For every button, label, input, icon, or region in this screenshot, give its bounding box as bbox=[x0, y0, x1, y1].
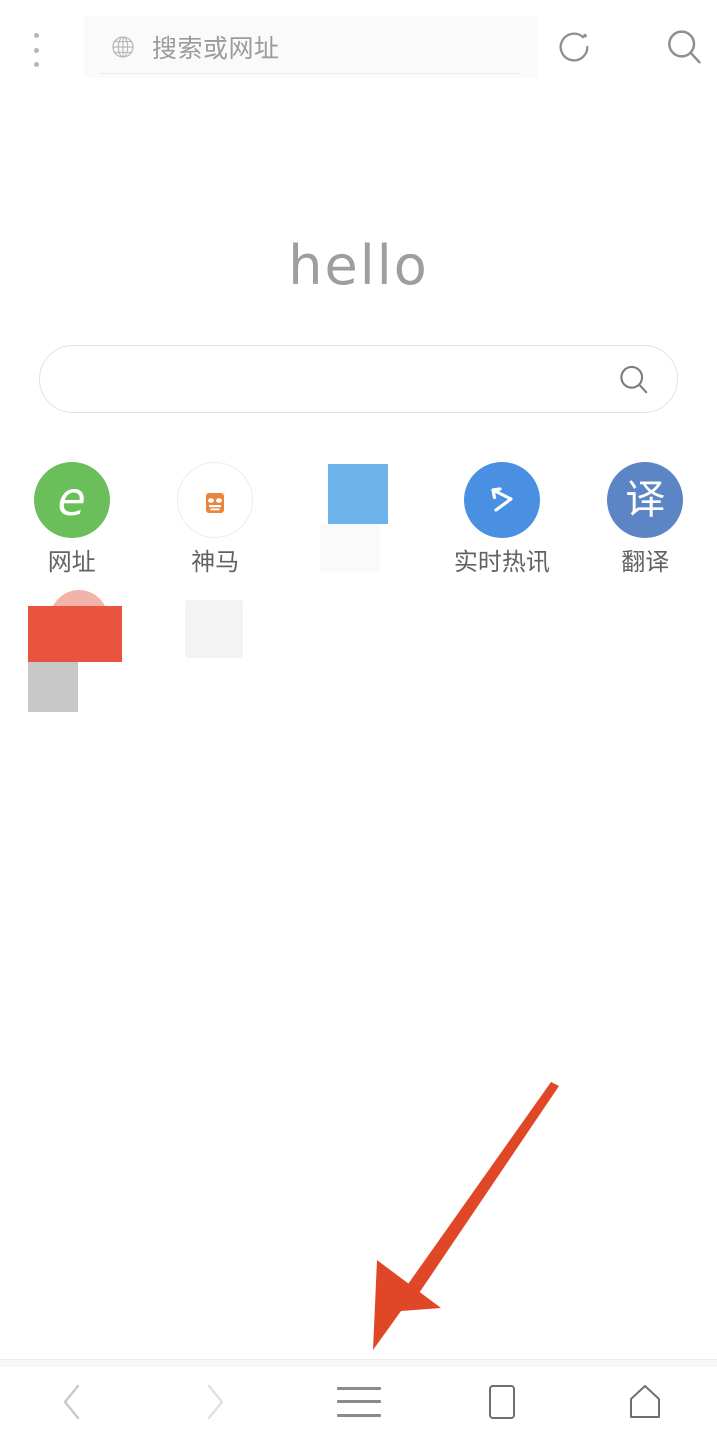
refresh-icon[interactable] bbox=[554, 27, 594, 67]
shortcut-label: 网址 bbox=[47, 549, 96, 576]
kebab-dot bbox=[33, 62, 39, 67]
shortcut-website[interactable]: e 网址 bbox=[0, 462, 143, 575]
shortcut-translate[interactable]: 译 翻译 bbox=[574, 462, 717, 575]
browser-toolbar: 搜索或网址 bbox=[0, 0, 717, 95]
kebab-dot bbox=[33, 33, 39, 38]
bent-arrow-icon bbox=[463, 462, 540, 538]
horse-head-icon bbox=[177, 462, 254, 538]
shortcut-row: e 网址 神马 实时热讯 译 翻译 bbox=[0, 462, 717, 575]
home-button[interactable] bbox=[574, 1360, 717, 1443]
shortcut-row bbox=[0, 590, 717, 712]
shortcut-label: 翻译 bbox=[621, 549, 670, 576]
forward-button[interactable] bbox=[143, 1360, 286, 1443]
shortcut-empty bbox=[430, 592, 573, 681]
hamburger-line bbox=[336, 1386, 381, 1390]
hamburger-line bbox=[336, 1400, 381, 1403]
annotation-arrow-icon bbox=[373, 1082, 559, 1350]
translate-icon: 译 bbox=[607, 462, 684, 538]
globe-icon bbox=[112, 36, 134, 58]
placeholder-tile-icon bbox=[27, 590, 122, 712]
shortcut-empty bbox=[574, 592, 717, 681]
shortcut-grid: e 网址 神马 实时热讯 译 翻译 bbox=[0, 462, 717, 712]
shortcut-label: 实时热讯 bbox=[453, 549, 550, 576]
shortcut-empty bbox=[287, 592, 430, 681]
placeholder-tile-icon bbox=[177, 592, 253, 668]
search-input[interactable] bbox=[39, 345, 678, 413]
shortcut-live-news[interactable]: 实时热讯 bbox=[430, 462, 573, 575]
shortcut-placeholder-faint[interactable] bbox=[143, 592, 286, 681]
address-bar[interactable]: 搜索或网址 bbox=[84, 16, 538, 78]
letter-e-icon: e bbox=[33, 462, 110, 538]
kebab-menu-icon[interactable] bbox=[24, 30, 48, 70]
placeholder-tile-icon bbox=[320, 462, 396, 572]
menu-button[interactable] bbox=[287, 1360, 430, 1443]
horse-head-glyph bbox=[204, 487, 227, 513]
bent-arrow-glyph bbox=[491, 487, 513, 512]
chevron-left-icon bbox=[63, 1384, 79, 1419]
address-bar-placeholder: 搜索或网址 bbox=[152, 35, 280, 63]
page-title: hello bbox=[288, 234, 429, 297]
home-icon bbox=[630, 1384, 661, 1418]
search-icon[interactable] bbox=[664, 27, 704, 67]
browser-screen: 搜索或网址 hello e 网址 神马 实时热讯 译 翻译 bbox=[0, 0, 717, 1443]
kebab-dot bbox=[33, 47, 39, 53]
back-button[interactable] bbox=[0, 1360, 143, 1443]
hamburger-line bbox=[336, 1413, 381, 1417]
shortcut-placeholder-red[interactable] bbox=[0, 590, 143, 712]
square-icon bbox=[488, 1384, 515, 1419]
translate-glyph: 译 bbox=[625, 478, 666, 522]
search-icon[interactable] bbox=[617, 363, 651, 397]
tabs-button[interactable] bbox=[430, 1360, 573, 1443]
shortcut-placeholder-blue[interactable] bbox=[287, 462, 430, 575]
shortcut-label: 神马 bbox=[191, 549, 240, 576]
chevron-right-icon bbox=[207, 1384, 224, 1419]
hamburger-icon bbox=[336, 1386, 381, 1417]
shortcut-shenma[interactable]: 神马 bbox=[143, 462, 286, 575]
bottom-navigation-bar bbox=[0, 1359, 717, 1443]
letter-e-glyph: e bbox=[57, 471, 86, 526]
